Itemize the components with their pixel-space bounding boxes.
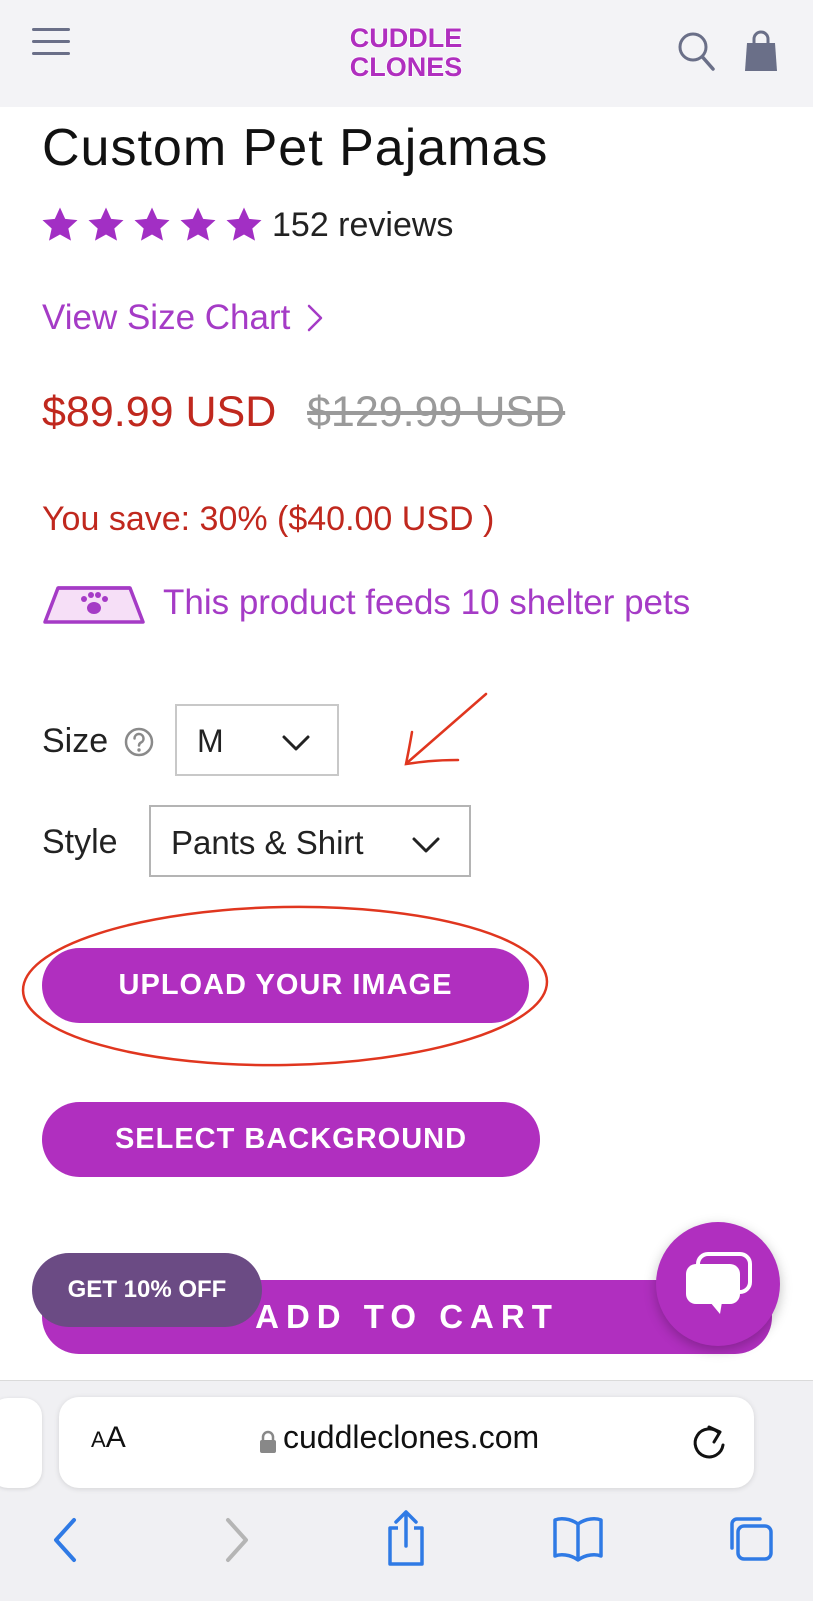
search-icon[interactable]: [676, 30, 716, 72]
previous-tab-preview[interactable]: [0, 1398, 42, 1488]
product-title: Custom Pet Pajamas: [42, 119, 549, 177]
shopping-bag-icon[interactable]: [744, 30, 778, 72]
style-selected-value: Pants & Shirt: [171, 824, 364, 861]
address-bar[interactable]: AA cuddleclones.com: [59, 1397, 754, 1488]
style-select[interactable]: Pants & Shirt: [149, 805, 471, 877]
size-selected-value: M: [197, 723, 224, 759]
chat-bubble-icon: [686, 1252, 752, 1314]
forward-arrow-icon[interactable]: [212, 1514, 260, 1566]
star-icon: [42, 207, 78, 241]
sale-price: $89.99 USD: [42, 388, 277, 436]
aa-small-letter: A: [91, 1427, 106, 1452]
view-size-chart-link[interactable]: View Size Chart: [42, 298, 324, 338]
star-icon: [226, 207, 262, 241]
chevron-right-icon: [308, 304, 323, 332]
chevron-down-icon: [412, 837, 440, 853]
savings-text: You save: 30% ($40.00 USD ): [42, 500, 495, 538]
star-rating[interactable]: [40, 205, 264, 245]
bookmarks-book-icon[interactable]: [552, 1514, 604, 1562]
star-icon: [180, 207, 216, 241]
compare-at-price: $129.99 USD: [307, 388, 566, 436]
star-icon: [88, 207, 124, 241]
cuddle-clones-logo[interactable]: CUDDLE CLONES: [330, 18, 482, 83]
pet-bowl-icon: [42, 582, 146, 626]
reload-icon[interactable]: [689, 1421, 729, 1463]
reader-text-size-button[interactable]: AA: [91, 1421, 126, 1455]
tabs-overview-icon[interactable]: [726, 1512, 774, 1564]
reviews-count[interactable]: 152 reviews: [272, 206, 453, 245]
size-select[interactable]: M: [175, 704, 339, 776]
style-label: Style: [42, 823, 118, 861]
hamburger-menu-icon[interactable]: [30, 22, 74, 62]
size-label: Size: [42, 722, 109, 760]
back-arrow-icon[interactable]: [42, 1514, 90, 1566]
star-icon: [134, 207, 170, 241]
lock-icon: [260, 1430, 276, 1453]
shelter-pets-text: This product feeds 10 shelter pets: [163, 583, 691, 622]
url-text[interactable]: cuddleclones.com: [283, 1419, 539, 1456]
get-discount-button[interactable]: GET 10% OFF: [32, 1253, 262, 1327]
chevron-down-icon: [282, 735, 310, 751]
aa-large-letter: A: [105, 1421, 126, 1454]
share-icon[interactable]: [382, 1508, 430, 1568]
logo-line2: CLONES: [350, 52, 463, 82]
chat-button[interactable]: [656, 1222, 780, 1346]
annotation-circle: [21, 905, 549, 1067]
size-chart-label: View Size Chart: [42, 298, 291, 337]
select-background-button[interactable]: SELECT BACKGROUND: [42, 1102, 540, 1177]
logo-line1: CUDDLE: [350, 23, 463, 53]
annotation-arrow: [404, 692, 488, 766]
help-circle-icon[interactable]: [124, 727, 154, 757]
